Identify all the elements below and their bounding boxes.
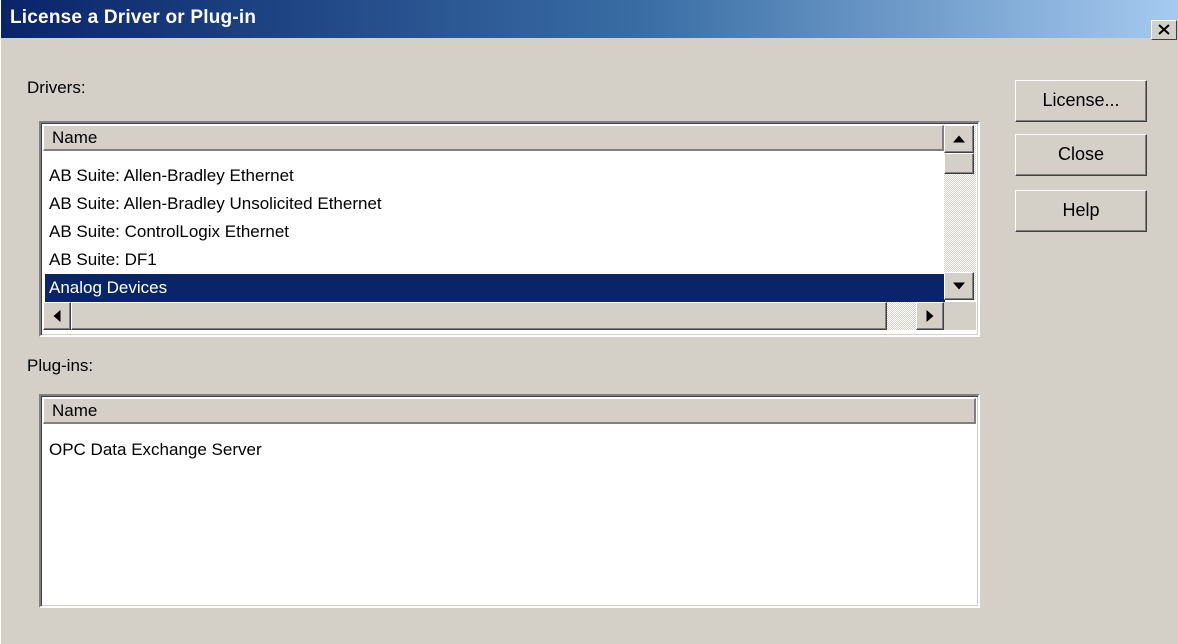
close-button[interactable]: Close (1015, 134, 1147, 176)
scroll-down-button[interactable] (944, 272, 974, 300)
scrollbar-corner (944, 302, 976, 330)
horizontal-scroll-thumb[interactable] (71, 302, 887, 330)
drivers-horizontal-scrollbar[interactable] (43, 302, 944, 330)
help-button[interactable]: Help (1015, 190, 1147, 232)
window-title: License a Driver or Plug-in (10, 7, 257, 28)
scroll-left-button[interactable] (43, 302, 71, 330)
drivers-name-column-header[interactable]: Name (43, 125, 944, 151)
drivers-list[interactable]: Name AB Suite: Allen-Bradley Ethernet AB… (39, 121, 980, 337)
driver-list-item[interactable]: AB Suite: ControlLogix Ethernet (45, 218, 289, 246)
plugins-list[interactable]: Name OPC Data Exchange Server (39, 394, 980, 608)
license-dialog: License a Driver or Plug-in Drivers: Nam… (0, 0, 1178, 644)
plugin-list-item[interactable]: OPC Data Exchange Server (45, 436, 262, 464)
title-bar[interactable]: License a Driver or Plug-in (1, 0, 1178, 40)
vertical-scroll-thumb[interactable] (944, 153, 974, 174)
drivers-vertical-scrollbar[interactable] (944, 125, 976, 300)
plugins-label: Plug-ins: (27, 356, 94, 375)
scroll-up-button[interactable] (944, 125, 974, 153)
driver-list-item[interactable]: AB Suite: Allen-Bradley Ethernet (45, 162, 294, 190)
driver-list-item[interactable]: AB Suite: Allen-Bradley Unsolicited Ethe… (45, 190, 382, 218)
driver-list-item-selected[interactable]: Analog Devices (45, 274, 945, 302)
window-close-button[interactable] (1151, 20, 1177, 40)
scroll-right-button[interactable] (916, 302, 944, 330)
driver-list-item[interactable]: AB Suite: DF1 (45, 246, 157, 274)
drivers-label: Drivers: (27, 78, 86, 97)
plugins-name-column-header[interactable]: Name (43, 398, 976, 424)
license-button[interactable]: License... (1015, 80, 1147, 122)
